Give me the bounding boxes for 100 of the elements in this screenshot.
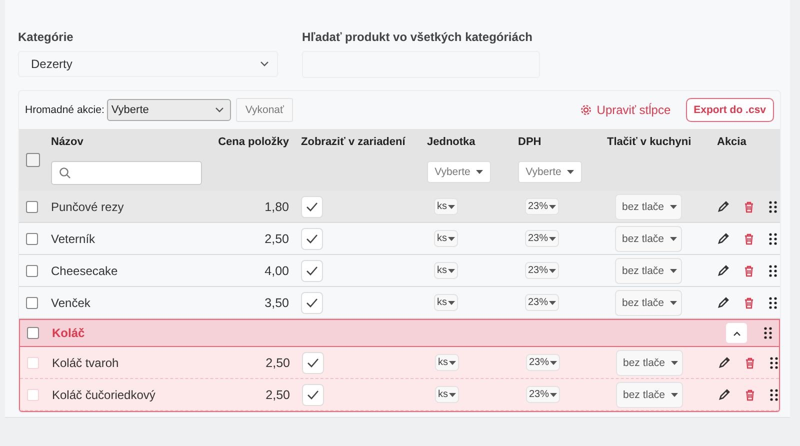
caret-icon [550, 360, 558, 364]
print-dropdown[interactable]: bez tlače [616, 350, 684, 376]
trash-icon[interactable] [744, 232, 754, 244]
trash-icon[interactable] [744, 200, 754, 212]
display-checkbox[interactable] [301, 292, 323, 314]
caret-icon [449, 360, 456, 364]
trash-icon[interactable] [745, 388, 755, 400]
drag-handle-icon[interactable] [769, 296, 777, 308]
chevron-up-icon [732, 330, 740, 336]
unit-dropdown[interactable]: ks [435, 354, 459, 371]
row-checkbox[interactable] [26, 200, 38, 212]
column-header: Zobraziť v zariadení [300, 136, 406, 148]
pencil-icon[interactable] [717, 200, 729, 212]
unit-dropdown[interactable]: ks [434, 198, 458, 215]
caret-icon [448, 300, 455, 304]
vat-dropdown[interactable]: 23% [525, 262, 560, 279]
product-name: Venček [51, 296, 92, 310]
print-dropdown[interactable]: bez tlače [615, 226, 682, 252]
display-checkbox[interactable] [302, 352, 324, 374]
chevron-down-icon [215, 107, 224, 113]
product-name: Koláč čučoriedkový [52, 388, 156, 402]
caret-icon [549, 300, 556, 304]
price-cell-text: 2,50 [264, 232, 290, 246]
caret-icon [670, 300, 678, 304]
caret-icon [449, 392, 456, 396]
trash-icon[interactable] [744, 296, 754, 308]
unit-dropdown[interactable]: ks [434, 230, 458, 247]
pencil-icon[interactable] [718, 356, 730, 368]
column-header: Jednotka [427, 136, 476, 148]
row-checkbox[interactable] [26, 296, 38, 308]
row-checkbox[interactable] [27, 327, 39, 339]
unit-dropdown[interactable]: ks [435, 386, 459, 403]
trash-icon[interactable] [745, 356, 755, 368]
name-search-field[interactable] [51, 161, 202, 185]
checkmark-icon [306, 234, 318, 244]
drag-handle-icon[interactable] [769, 232, 777, 244]
edit-columns-button[interactable]: Upraviť stĺpce [580, 103, 671, 117]
drag-handle-icon[interactable] [769, 264, 777, 276]
caret-icon [549, 268, 556, 272]
category-dropdown[interactable]: Dezerty [18, 51, 278, 77]
price-cell-text: 2,50 [264, 356, 291, 370]
caret-icon [448, 268, 455, 272]
drag-handle-icon[interactable] [769, 200, 777, 212]
checkmark-icon [307, 390, 319, 400]
pencil-icon[interactable] [717, 232, 729, 244]
unit-dropdown[interactable]: ks [434, 294, 458, 311]
column-header: DPH [518, 136, 542, 148]
caret-icon [549, 204, 556, 208]
column-header: Tlačiť v kuchyni [607, 136, 692, 148]
print-dropdown[interactable]: bez tlače [615, 290, 682, 316]
print-dropdown[interactable]: bez tlače [615, 258, 682, 284]
display-checkbox[interactable] [301, 228, 323, 250]
checkmark-icon [306, 202, 318, 212]
display-checkbox[interactable] [302, 384, 324, 406]
display-checkbox[interactable] [301, 260, 323, 282]
price-cell-text: 3,50 [264, 296, 290, 310]
pencil-icon[interactable] [717, 264, 729, 276]
pencil-icon[interactable] [717, 296, 729, 308]
vat-dropdown[interactable]: 23% [526, 354, 560, 371]
unit-filter-dropdown[interactable]: Vyberte [427, 161, 491, 183]
collapse-button[interactable] [726, 323, 747, 343]
vat-dropdown[interactable]: 23% [525, 294, 560, 311]
caret-icon [448, 204, 455, 208]
row-checkbox[interactable] [26, 264, 38, 276]
price-cell-text: 2,50 [264, 388, 291, 402]
print-dropdown[interactable]: bez tlače [616, 382, 684, 408]
bulk-actions-label: Hromadné akcie: [25, 104, 104, 116]
group-name: Koláč [52, 326, 86, 340]
row-checkbox[interactable] [26, 232, 38, 244]
column-header: Cena položky [217, 136, 290, 148]
product-name: Cheesecake [51, 264, 119, 278]
caret-icon [671, 392, 678, 396]
drag-handle-icon[interactable] [770, 356, 778, 368]
run-button[interactable]: Vykonať [236, 98, 293, 122]
drag-handle-icon[interactable] [770, 388, 778, 400]
select-all-checkbox[interactable] [26, 153, 40, 167]
caret-icon [448, 236, 455, 240]
vat-dropdown[interactable]: 23% [525, 198, 560, 215]
export-button[interactable]: Export do .csv [686, 98, 774, 122]
product-name: Punčové rezy [51, 200, 125, 214]
drag-handle-icon[interactable] [764, 327, 772, 339]
vat-dropdown[interactable]: 23% [526, 386, 560, 403]
vat-filter-dropdown[interactable]: Vyberte [518, 161, 582, 183]
caret-icon [670, 204, 678, 208]
vat-dropdown[interactable]: 23% [525, 230, 560, 247]
trash-icon[interactable] [744, 264, 754, 276]
pencil-icon[interactable] [718, 388, 730, 400]
caret-icon [550, 392, 558, 396]
price-cell-text: 4,00 [264, 264, 290, 278]
checkmark-icon [306, 298, 318, 308]
unit-dropdown[interactable]: ks [434, 262, 458, 279]
checkmark-icon [306, 266, 318, 276]
product-name: Veterník [51, 232, 96, 246]
display-checkbox[interactable] [301, 196, 323, 218]
print-dropdown[interactable]: bez tlače [615, 194, 682, 220]
bulk-actions-dropdown[interactable]: Vyberte [107, 99, 232, 121]
caret-icon [549, 236, 556, 240]
checkmark-icon [307, 358, 319, 368]
caret-icon [671, 360, 678, 364]
search-icon [59, 167, 71, 179]
